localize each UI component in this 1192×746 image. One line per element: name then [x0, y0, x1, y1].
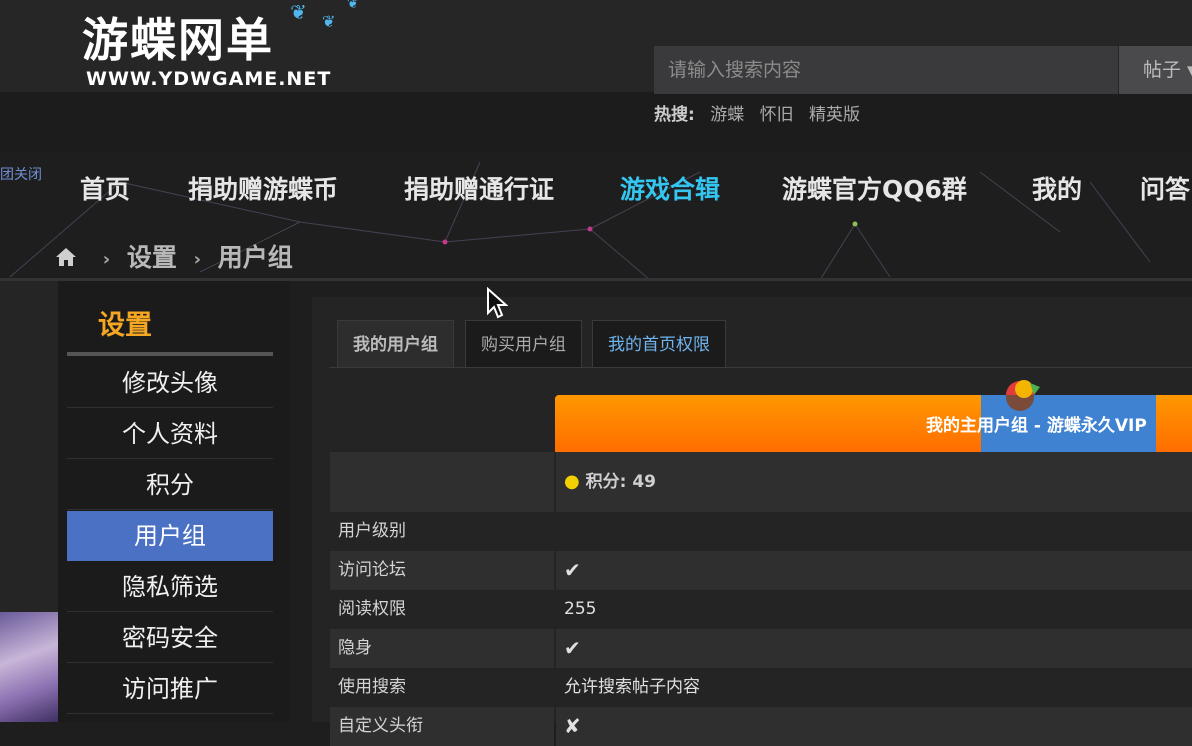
table-row: 访问论坛 ✔ — [330, 551, 1192, 590]
row-key: 阅读权限 — [330, 590, 554, 629]
nav-item-qa[interactable]: 问答 — [1140, 170, 1190, 206]
avatar[interactable] — [0, 612, 62, 722]
points-value-cell: ● 积分: 49 — [556, 452, 1192, 512]
row-key: 使用搜索 — [330, 668, 554, 707]
points-label: 积分: 49 — [585, 472, 657, 492]
home-icon[interactable] — [54, 245, 78, 274]
check-icon: ✔ — [556, 551, 1192, 590]
nav-item-donate-coin[interactable]: 捐助赠游蝶币 — [188, 170, 338, 206]
row-key: 访问论坛 — [330, 551, 554, 590]
breadcrumb-settings[interactable]: 设置 — [127, 243, 177, 272]
tab-divider — [329, 367, 1192, 368]
breadcrumb-usergroup[interactable]: 用户组 — [218, 243, 293, 272]
table-row: 隐身 ✔ — [330, 629, 1192, 668]
breadcrumb: › 设置 › 用户组 — [54, 238, 293, 272]
nav-item-donate-pass[interactable]: 捐助赠通行证 — [404, 170, 554, 206]
table-row: ● 积分: 49 — [330, 452, 1192, 512]
tab-home-permission[interactable]: 我的首页权限 — [592, 320, 726, 368]
points-key-cell — [330, 452, 554, 512]
tab-my-usergroup[interactable]: 我的用户组 — [337, 320, 454, 368]
sidebar-item-password[interactable]: 密码安全 — [67, 613, 273, 663]
butterfly-icon: ❦ — [347, 0, 359, 12]
row-key: 用户级别 — [330, 512, 554, 551]
table-row: 自定义头衔 ✘ — [330, 707, 1192, 746]
nav-item-home[interactable]: 首页 — [80, 170, 130, 206]
settings-sidebar: 设置 修改头像 个人资料 积分 用户组 隐私筛选 密码安全 访问推广 — [58, 281, 290, 722]
sidebar-item-usergroup[interactable]: 用户组 — [67, 511, 273, 561]
main-content: 我的用户组 购买用户组 我的首页权限 我的主用户组 - 游蝶永久VIP ● 积分… — [312, 297, 1192, 746]
cross-icon: ✘ — [556, 707, 1192, 746]
vip-badge-icon — [1006, 380, 1040, 411]
sidebar-item-promotion[interactable]: 访问推广 — [67, 664, 273, 714]
table-row: 阅读权限 255 — [330, 590, 1192, 629]
table-row: 用户级别 — [330, 512, 1192, 551]
table-row: 使用搜索 允许搜索帖子内容 — [330, 668, 1192, 707]
main-nav: 首页 捐助赠游蝶币 捐助赠通行证 游戏合辑 游蝶官方QQ6群 我的 问答 — [0, 152, 1192, 218]
mouse-cursor-icon — [487, 287, 508, 319]
nav-item-qq-group[interactable]: 游蝶官方QQ6群 — [782, 170, 967, 206]
chevron-right-icon: › — [193, 248, 202, 270]
hot-keyword-link[interactable]: 怀旧 — [760, 105, 794, 125]
hot-keyword-link[interactable]: 游蝶 — [710, 105, 744, 125]
banner-text: 我的主用户组 - 游蝶永久VIP — [926, 416, 1147, 436]
check-icon: ✔ — [556, 629, 1192, 668]
hot-search-label: 热搜: — [654, 105, 695, 125]
sidebar-item-avatar[interactable]: 修改头像 — [67, 358, 273, 408]
sidebar-item-points[interactable]: 积分 — [67, 460, 273, 510]
hot-search: 热搜: 游蝶 怀旧 精英版 — [654, 100, 870, 125]
header-band — [0, 92, 1192, 152]
row-value — [556, 512, 1192, 551]
tab-buy-usergroup[interactable]: 购买用户组 — [465, 320, 582, 368]
search-type-label: 帖子 — [1143, 59, 1182, 81]
row-key: 隐身 — [330, 629, 554, 668]
butterfly-icon: ❦ — [290, 0, 307, 24]
hot-keyword-link[interactable]: 精英版 — [809, 105, 860, 125]
chevron-right-icon: › — [102, 248, 111, 270]
logo-title[interactable]: 游蝶网单 — [82, 4, 274, 70]
lightbulb-icon: ● — [564, 471, 580, 492]
sidebar-item-profile[interactable]: 个人资料 — [67, 409, 273, 459]
row-key: 自定义头衔 — [330, 707, 554, 746]
row-value: 255 — [556, 590, 1192, 629]
logo-subtitle[interactable]: WWW.YDWGAME.NET — [86, 68, 331, 90]
nav-item-mine[interactable]: 我的 — [1032, 170, 1082, 206]
butterfly-icon: ❦ — [322, 12, 336, 31]
nav-item-game-collection[interactable]: 游戏合辑 — [620, 170, 720, 206]
search-type-select[interactable]: 帖子 ▾ — [1119, 46, 1192, 94]
search-input[interactable] — [654, 46, 1118, 94]
sidebar-title: 设置 — [98, 310, 152, 341]
sidebar-title-bar — [67, 352, 273, 356]
row-value: 允许搜索帖子内容 — [556, 668, 1192, 707]
sidebar-item-privacy[interactable]: 隐私筛选 — [67, 562, 273, 612]
